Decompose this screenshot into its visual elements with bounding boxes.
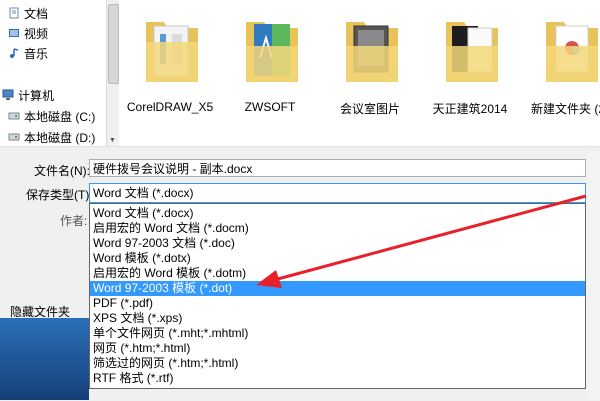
scroll-down-icon[interactable]: ▼ (109, 137, 116, 144)
sidebar-item-label: 本地磁盘 (D:) (24, 130, 96, 145)
savetype-option[interactable]: 单个文件网页 (*.mht;*.mhtml) (90, 326, 585, 341)
folder-item[interactable]: ZWSOFT (220, 8, 320, 128)
savetype-select[interactable]: Word 文档 (*.docx) (89, 183, 586, 203)
dialog-edge (586, 150, 600, 400)
savetype-label: 保存类型(T): (26, 188, 93, 202)
folder-item[interactable]: 天正建筑2014 (420, 8, 520, 128)
folder-icon (346, 22, 398, 82)
folder-label: 会议室图片 (339, 102, 400, 116)
scrollbar-thumb[interactable] (108, 4, 119, 84)
sidebar-item-music[interactable]: 音乐 (8, 44, 48, 62)
savetype-option[interactable]: 筛选过的网页 (*.htm;*.html) (90, 356, 585, 371)
savetype-option[interactable]: 启用宏的 Word 文档 (*.docm) (90, 221, 585, 236)
savetype-option[interactable]: Word 模板 (*.dotx) (90, 251, 585, 266)
folder-label: ZWSOFT (244, 100, 296, 114)
documents-icon (8, 7, 20, 19)
folder-icon (146, 22, 198, 82)
sidebar-scrollbar[interactable]: ▼ (106, 0, 119, 146)
sidebar-item-video[interactable]: 视频 (8, 24, 48, 42)
navigation-pane: 文档 视频 音乐 计算机 本地磁盘 (C:) 本地磁盘 (D:) ▼ (0, 0, 119, 146)
folder-icon (446, 22, 498, 82)
savetype-option[interactable]: Word 97-2003 文档 (*.doc) (90, 236, 585, 251)
savetype-option[interactable]: Word 文档 (*.docx) (90, 206, 585, 221)
folder-label: 天正建筑2014 (432, 102, 508, 116)
folder-item[interactable]: 会议室图片 (320, 8, 420, 128)
file-list: CorelDRAW_X5 ZWSOFT 会议室图片 天正建筑2014 新建文件夹… (120, 0, 600, 146)
savetype-option[interactable]: PDF (*.pdf) (90, 296, 585, 311)
savetype-option[interactable]: 网页 (*.htm;*.html) (90, 341, 585, 356)
sidebar-item-documents[interactable]: 文档 (8, 4, 48, 22)
sidebar-item-computer[interactable]: 计算机 (2, 86, 54, 104)
hide-folders-button[interactable]: 隐藏文件夹 (10, 303, 70, 320)
disk-icon (8, 131, 20, 143)
savetype-option[interactable]: RTF 格式 (*.rtf) (90, 371, 585, 386)
video-icon (8, 27, 20, 39)
music-icon (8, 47, 20, 59)
sidebar-item-label: 视频 (24, 26, 49, 41)
folder-item[interactable]: 新建文件夹 (2) (520, 8, 600, 128)
savetype-option-selected[interactable]: Word 97-2003 模板 (*.dot) (90, 281, 585, 296)
folder-icon (246, 22, 298, 82)
filename-input[interactable]: 硬件拨号会议说明 - 副本.docx (89, 159, 586, 177)
sidebar-item-label: 本地磁盘 (C:) (24, 109, 96, 124)
filename-label: 文件名(N): (34, 164, 90, 178)
sidebar-item-label: 文档 (24, 6, 49, 21)
sidebar-item-label: 计算机 (18, 88, 55, 103)
savetype-option[interactable]: 启用宏的 Word 模板 (*.dotm) (90, 266, 585, 281)
savetype-dropdown-list: Word 文档 (*.docx) 启用宏的 Word 文档 (*.docm) W… (89, 203, 586, 389)
sidebar-item-disk-c[interactable]: 本地磁盘 (C:) (8, 107, 95, 125)
folder-label: 新建文件夹 (2) (530, 102, 600, 116)
folder-icon (546, 22, 598, 82)
disk-icon (8, 110, 20, 122)
computer-icon (2, 89, 14, 101)
taskbar (0, 318, 89, 400)
author-label: 作者: (60, 214, 88, 228)
folder-label: CorelDRAW_X5 (126, 100, 214, 114)
savetype-option[interactable]: XPS 文档 (*.xps) (90, 311, 585, 326)
folder-item[interactable]: CorelDRAW_X5 (120, 8, 220, 128)
sidebar-item-disk-d[interactable]: 本地磁盘 (D:) (8, 128, 95, 146)
sidebar-item-label: 音乐 (24, 46, 49, 61)
